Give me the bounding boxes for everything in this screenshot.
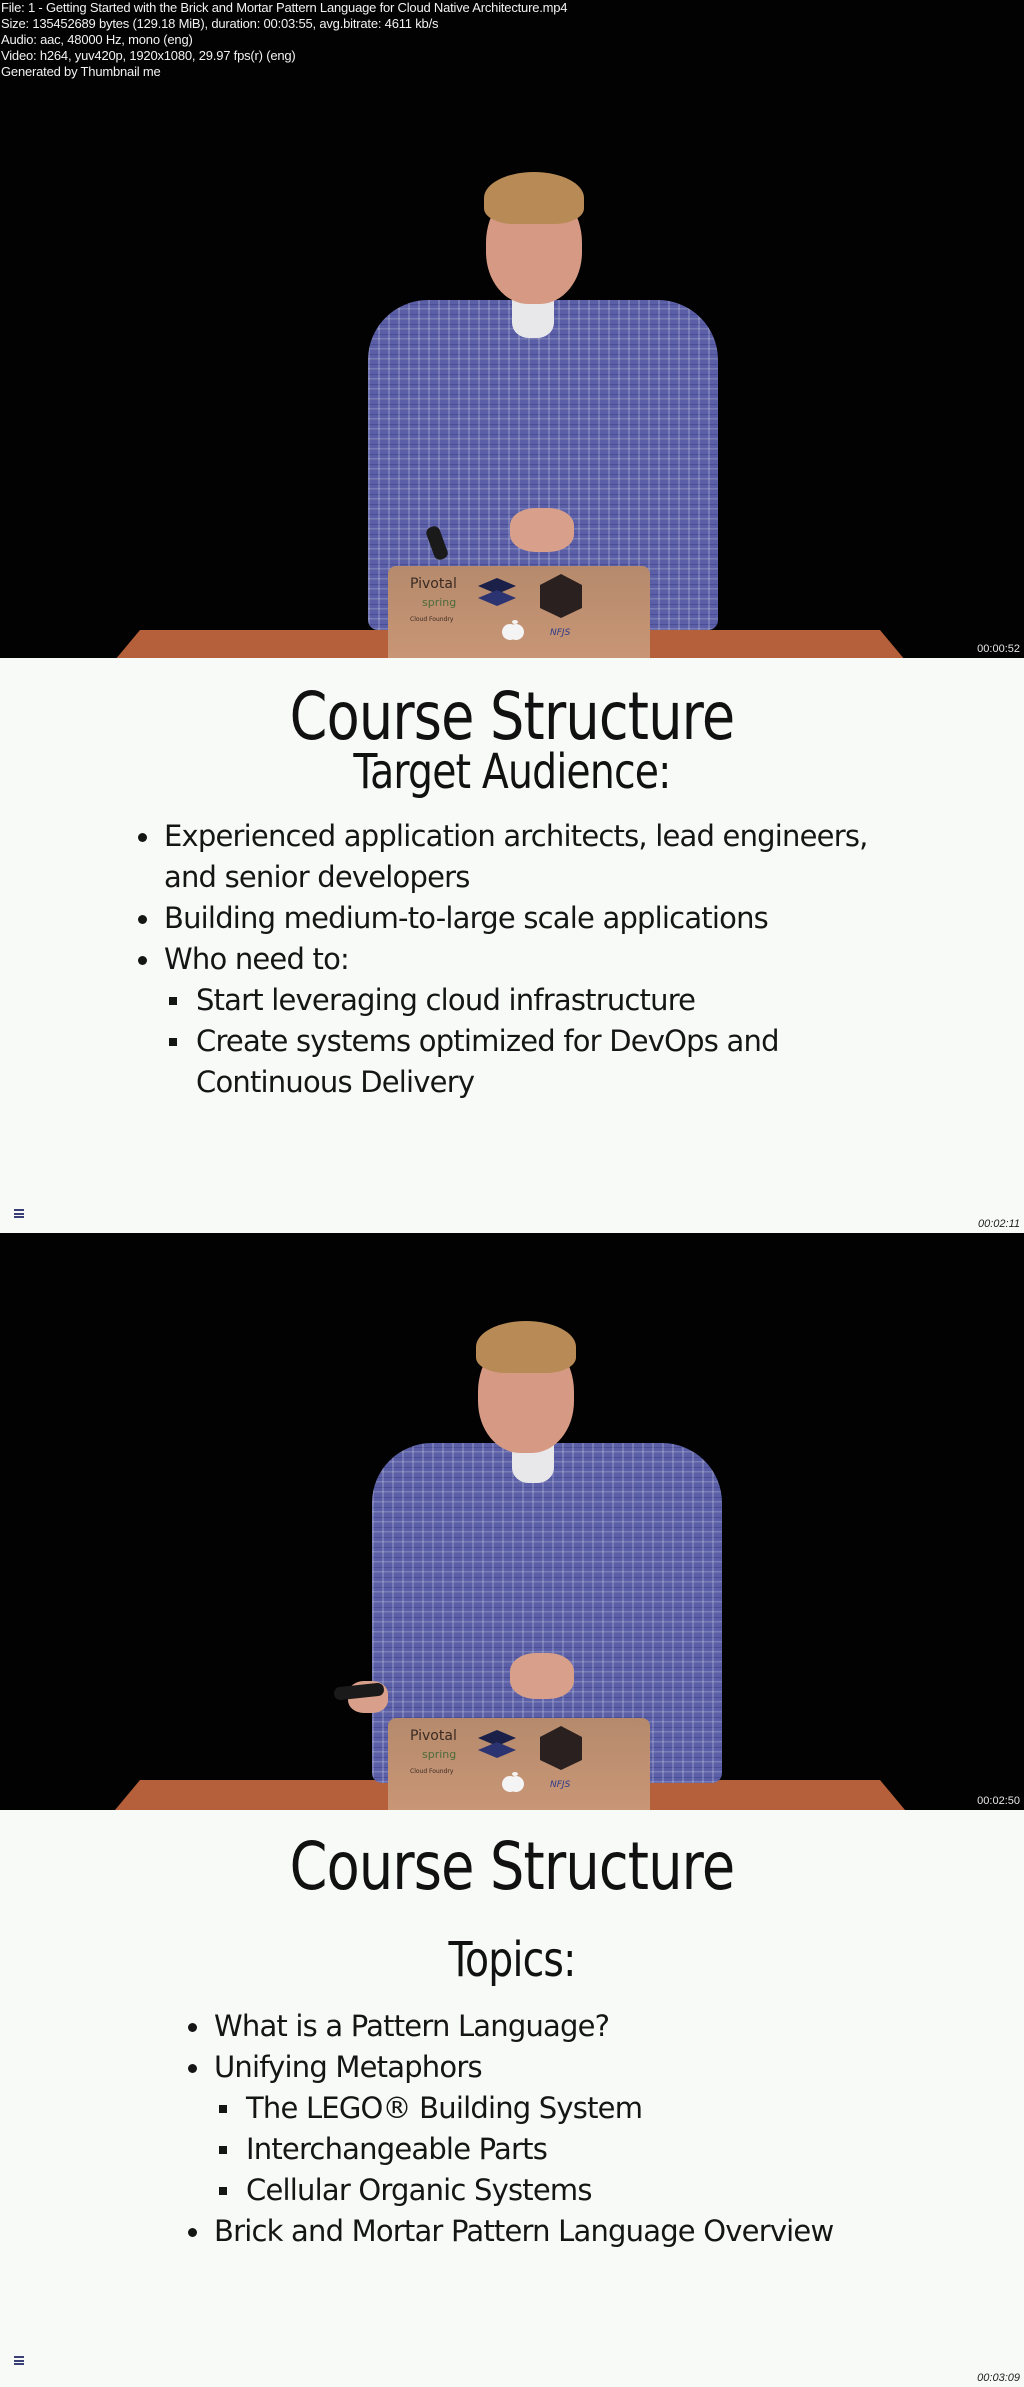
bullet-item: Experienced application architects, lead… xyxy=(134,816,868,857)
slide-subtitle: Target Audience: xyxy=(353,744,671,800)
sub-bullet-item: Create systems optimized for DevOps and xyxy=(134,1021,868,1062)
generator-line: Generated by Thumbnail me xyxy=(1,64,161,79)
bullet-item: Who need to: xyxy=(134,939,868,980)
laptop: Pivotal spring Cloud Foundry NFJS xyxy=(388,566,650,658)
presenter-hand xyxy=(510,508,574,552)
laptop: Pivotal spring Cloud Foundry NFJS xyxy=(388,1718,650,1810)
bullet-item-continuation: and senior developers xyxy=(164,860,470,894)
presenter-scene: Pivotal spring Cloud Foundry NFJS xyxy=(0,0,1024,658)
frame-timestamp: 00:02:50 xyxy=(977,1795,1020,1807)
file-size-line: Size: 135452689 bytes (129.18 MiB), dura… xyxy=(1,16,439,31)
presenter-hand xyxy=(510,1653,574,1699)
slide-frame-target-audience: Course Structure Target Audience: Experi… xyxy=(0,658,1024,1233)
sticker-pivotal: Pivotal xyxy=(410,576,457,592)
presenter-hair xyxy=(484,172,584,224)
sub-bullet-item: Cellular Organic Systems xyxy=(184,2170,833,2211)
sticker-nfjs: NFJS xyxy=(550,1780,571,1790)
video-frame-1: Pivotal spring Cloud Foundry NFJS 00:00:… xyxy=(0,0,1024,658)
sub-bullet-item: The LEGO® Building System xyxy=(184,2088,833,2129)
bullet-list: Experienced application architects, lead… xyxy=(134,816,868,1103)
layers-logo-icon xyxy=(478,1730,516,1758)
presenter-hair xyxy=(476,1321,576,1373)
file-name-line: File: 1 - Getting Started with the Brick… xyxy=(1,0,568,15)
layers-logo-icon xyxy=(478,578,516,606)
apple-logo-icon xyxy=(502,620,524,640)
sticker-nfjs: NFJS xyxy=(550,628,571,638)
sub-bullet-item-continuation: Continuous Delivery xyxy=(196,1065,475,1099)
video-frame-3: Pivotal spring Cloud Foundry NFJS 00:02:… xyxy=(0,1233,1024,1810)
hexagon-badge-icon xyxy=(540,574,582,618)
video-info-header: File: 1 - Getting Started with the Brick… xyxy=(0,0,1024,80)
hamburger-menu-icon[interactable] xyxy=(14,1209,24,1218)
bullet-item: Brick and Mortar Pattern Language Overvi… xyxy=(184,2211,834,2252)
audio-info-line: Audio: aac, 48000 Hz, mono (eng) xyxy=(1,32,193,47)
bullet-item: Unifying Metaphors xyxy=(184,2047,833,2088)
frame-timestamp: 00:00:52 xyxy=(977,643,1020,655)
hamburger-menu-icon[interactable] xyxy=(14,2356,24,2365)
slide-title: Course Structure xyxy=(289,1828,736,1905)
video-info-line: Video: h264, yuv420p, 1920x1080, 29.97 f… xyxy=(1,48,296,63)
apple-logo-icon xyxy=(502,1772,524,1792)
presenter-undershirt xyxy=(512,300,554,338)
frame-timestamp: 00:02:11 xyxy=(977,1218,1020,1230)
bullet-item: Building medium-to-large scale applicati… xyxy=(134,898,868,939)
slide-frame-topics: Course Structure Topics: What is a Patte… xyxy=(0,1810,1024,2387)
slide-subtitle: Topics: xyxy=(448,1932,576,1988)
sticker-cloud-foundry: Cloud Foundry xyxy=(410,1768,454,1775)
frame-timestamp: 00:03:09 xyxy=(977,2372,1020,2384)
sub-bullet-item: Interchangeable Parts xyxy=(184,2129,833,2170)
sub-bullet-item: Start leveraging cloud infrastructure xyxy=(134,980,868,1021)
sticker-cloud-foundry: Cloud Foundry xyxy=(410,616,454,623)
sticker-spring: spring xyxy=(422,596,457,609)
presenter-scene: Pivotal spring Cloud Foundry NFJS xyxy=(0,1233,1024,1810)
sticker-spring: spring xyxy=(422,1748,457,1761)
hexagon-badge-icon xyxy=(540,1726,582,1770)
sticker-pivotal: Pivotal xyxy=(410,1728,457,1744)
bullet-item: What is a Pattern Language? xyxy=(184,2006,833,2047)
bullet-list: What is a Pattern Language? Unifying Met… xyxy=(184,2006,834,2252)
